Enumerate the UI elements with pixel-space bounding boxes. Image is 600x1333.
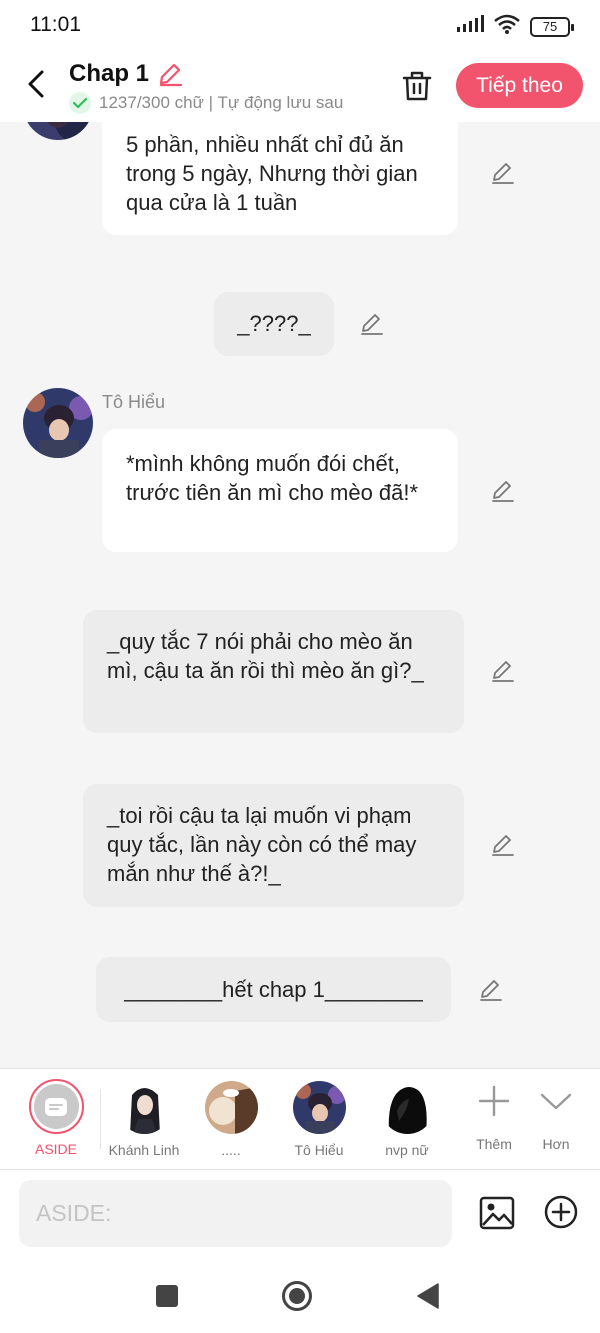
aside-avatar (28, 1079, 84, 1134)
home-button[interactable] (279, 1278, 315, 1314)
avatar[interactable] (23, 122, 93, 140)
message-text: _????_ (237, 311, 311, 336)
message-bubble[interactable]: *mình không muốn đói chết, trước tiên ăn… (102, 429, 458, 552)
message-text: _toi rồi cậu ta lại muốn vi phạm quy tắc… (107, 803, 417, 886)
edit-message-button[interactable] (357, 309, 387, 339)
save-status-row: 1237/300 chữ | Tự động lưu sau (69, 92, 369, 114)
character-name: ASIDE (34, 1141, 77, 1157)
avatar (380, 1081, 434, 1134)
aside-bubble[interactable]: _toi rồi cậu ta lại muốn vi phạm quy tắc… (83, 784, 464, 907)
system-nav-bar (0, 1258, 600, 1333)
chapter-title: Chap 1 (69, 60, 150, 87)
back-button[interactable] (18, 66, 54, 102)
status-icons: 75 (456, 14, 574, 39)
add-content-button[interactable] (544, 1195, 578, 1229)
edit-message-button[interactable] (488, 830, 518, 860)
plus-circle-icon (544, 1195, 578, 1229)
add-character-button[interactable]: Thêm (466, 1069, 522, 1169)
message-text: *mình không muốn đói chết, trước tiên ăn… (126, 451, 419, 505)
pencil-icon (492, 835, 514, 856)
signal-icon (456, 15, 484, 38)
character-name: nvp nữ (385, 1142, 429, 1158)
aside-bubble[interactable]: ________hết chap 1________ (96, 957, 451, 1022)
divider (100, 1089, 101, 1149)
avatar (292, 1081, 346, 1134)
character-item[interactable]: ..... (196, 1069, 266, 1169)
avatar (117, 1081, 171, 1134)
delete-button[interactable] (398, 66, 436, 106)
story-editor-screen: 11:01 75 Chap 1 1237/300 chữ | Tự động l… (0, 0, 600, 1333)
circle-icon (282, 1281, 312, 1311)
check-icon (69, 92, 91, 114)
edit-message-button[interactable] (488, 476, 518, 506)
message-input[interactable] (19, 1180, 452, 1247)
pencil-icon (361, 314, 383, 335)
trash-icon (402, 71, 432, 101)
message-text: _quy tắc 7 nói phải cho mèo ăn mì, cậu t… (107, 629, 424, 683)
title-row: Chap 1 (69, 60, 183, 88)
aside-icon (45, 1097, 67, 1116)
plus-icon (478, 1084, 510, 1118)
edit-message-button[interactable] (488, 656, 518, 686)
save-status: 1237/300 chữ | Tự động lưu sau (99, 93, 344, 112)
chevron-down-icon (540, 1084, 572, 1118)
square-icon (156, 1285, 178, 1307)
composer (0, 1170, 600, 1258)
character-item[interactable]: Tô Hiểu (284, 1069, 354, 1169)
image-icon (479, 1196, 515, 1230)
character-item[interactable]: nvp nữ (372, 1069, 442, 1169)
edit-message-button[interactable] (476, 975, 506, 1005)
more-characters-button[interactable]: Hơn (530, 1069, 582, 1169)
editor-header: Chap 1 1237/300 chữ | Tự động lưu sau Ti… (0, 50, 600, 122)
status-time: 11:01 (30, 13, 81, 36)
system-back-button[interactable] (410, 1278, 446, 1314)
aside-bubble[interactable]: _????_ (214, 292, 334, 356)
battery-level: 75 (542, 18, 558, 34)
insert-image-button[interactable] (478, 1194, 516, 1232)
chat-area[interactable]: 5 phần, nhiều nhất chỉ đủ ăn trong 5 ngà… (0, 122, 600, 1068)
status-bar: 11:01 75 (0, 0, 600, 50)
message-text: 5 phần, nhiều nhất chỉ đủ ăn trong 5 ngà… (126, 132, 418, 215)
pencil-icon (492, 661, 514, 682)
more-label: Hơn (542, 1136, 570, 1152)
pencil-icon (492, 481, 514, 502)
wifi-icon (494, 14, 520, 39)
avatar[interactable] (23, 388, 93, 458)
character-aside[interactable]: ASIDE (22, 1069, 90, 1169)
pencil-icon (480, 980, 502, 1001)
back-arrow-icon (28, 70, 44, 98)
triangle-back-icon (417, 1283, 439, 1309)
recents-button[interactable] (149, 1278, 185, 1314)
character-name: Khánh Linh (108, 1142, 180, 1158)
aside-bubble[interactable]: _quy tắc 7 nói phải cho mèo ăn mì, cậu t… (83, 610, 464, 733)
character-name: Tô Hiểu (294, 1142, 344, 1158)
edit-message-button[interactable] (488, 158, 518, 188)
character-name: ..... (221, 1142, 241, 1158)
speaker-name: Tô Hiểu (102, 392, 166, 412)
message-text: ________hết chap 1________ (124, 977, 423, 1002)
avatar (204, 1081, 258, 1134)
add-label: Thêm (476, 1136, 512, 1152)
pencil-icon (492, 163, 514, 184)
battery-icon: 75 (530, 16, 574, 37)
next-button[interactable]: Tiếp theo (456, 63, 583, 108)
character-item[interactable]: Khánh Linh (106, 1069, 182, 1169)
pencil-icon (159, 63, 183, 87)
edit-title-button[interactable] (157, 61, 183, 87)
character-selector: ASIDE Khánh Linh ..... Tô Hiểu nvp nữ Th… (0, 1068, 600, 1170)
message-bubble[interactable]: 5 phần, nhiều nhất chỉ đủ ăn trong 5 ngà… (102, 122, 458, 235)
